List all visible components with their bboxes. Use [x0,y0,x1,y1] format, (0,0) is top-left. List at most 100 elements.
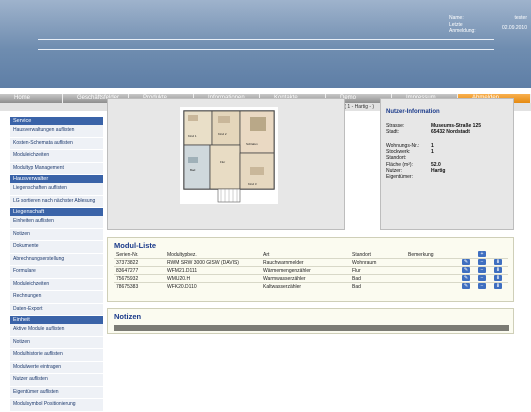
col-header-standort: Standort [352,251,371,258]
table-row: 78675383 WFK20.D110 Kaltwasserzähler Bad… [114,282,508,290]
module-table: Serien-Nr. Modultypbez. Art Standort Bem… [114,251,508,290]
table-row: 83647277 WFM21.D111 Wärmemengenzähler Fl… [114,266,508,275]
notes-content-bar[interactable] [114,325,509,331]
cell-bemerkung [406,282,460,290]
sidebar-item-hausverwaltungen[interactable]: Hausverwaltungen auflisten [10,125,103,138]
plus-icon[interactable]: + [478,251,486,258]
field-label: Standort: [386,155,407,161]
sidebar-item-daten-export[interactable]: Daten-Export [10,303,103,316]
sidebar-section-service: Service [10,117,103,125]
sidebar-item-modulwerte[interactable]: Modulwerte eintragen [10,361,103,374]
field-value-nutzer: Hartig [431,168,446,174]
cell-type: WFM21.D111 [165,266,261,275]
minus-icon[interactable]: − [478,275,486,282]
sidebar-item-moduleichzeiten[interactable]: Moduleichzeiten [10,150,103,163]
nutzer-info-panel: Nutzer-Information Strasse: Museums-Stra… [380,98,514,230]
room-label-kind-1: Kind 1 [188,134,197,138]
last-login-label: Letzte Anmeldung: [449,22,476,34]
header-banner: Name: tester Letzte Anmeldung: 02.09.2010 [0,0,531,88]
cell-type: WMU20.H [165,274,261,283]
user-name-value: tester [514,15,527,21]
sidebar-item-notizen[interactable]: Notizen [10,228,103,241]
minus-icon[interactable]: − [478,259,486,266]
sidebar-section-liegenschaft: Liegenschaft [10,208,103,216]
room-label-bad: Bad [190,168,196,172]
minus-icon[interactable]: − [478,283,486,290]
module-list-panel: Modul-Liste Serien-Nr. Modultypbez. Art … [107,237,514,302]
edit-icon[interactable]: ✎ [462,283,470,290]
nutzer-info-title: Nutzer-Information [386,109,440,115]
sidebar-item-liegenschaften[interactable]: Liegenschaften auflisten [10,183,103,196]
header-divider [38,39,494,40]
edit-icon[interactable]: ✎ [462,259,470,266]
sidebar-item-rechnungen[interactable]: Rechnungen [10,291,103,304]
cell-bemerkung [406,258,460,267]
cell-serial: 83647277 [114,266,165,275]
cell-serial: 78675383 [114,282,165,290]
room-label-schlafen: Schlafen [246,142,258,146]
cell-standort: Bad [350,274,406,283]
cell-type: RWM SRW 3000 GISW (DAVIS) [165,258,261,267]
user-name-label: Name: [449,15,464,21]
sidebar-item-dokumente[interactable]: Dokumente [10,241,103,254]
col-header-serial: Serien-Nr. [116,251,139,258]
col-header-type: Modultypbez. [167,251,197,258]
sidebar-item-modulhistorie[interactable]: Modulhistorie auflisten [10,349,103,362]
sidebar-item-aktive-module[interactable]: Aktive Module auflisten [10,324,103,337]
header-divider [38,49,494,50]
sidebar-section-einheit: Einheit [10,316,103,324]
edit-icon[interactable]: ✎ [462,267,470,274]
table-header-row: Serien-Nr. Modultypbez. Art Standort Bem… [114,251,508,259]
minus-icon[interactable]: − [478,267,486,274]
table-row: 75675932 WMU20.H Warmwasserzähler Bad ✎ … [114,274,508,283]
cell-serial: 37373822 [114,258,165,267]
cell-art: Warmwasserzähler [261,274,350,283]
field-value-stockwerk: 1 [431,149,434,155]
room-label-kind-3: Kind 3 [248,182,257,186]
cell-bemerkung [406,266,460,275]
floorplan-image[interactable]: Kind 1 Kind 2 Schlafen Flur Bad Kind 3 [180,107,278,204]
sidebar-item-notizen-einheit[interactable]: Notizen [10,336,103,349]
field-label: Eigentümer: [386,174,413,180]
sidebar-item-abrechnungserstellung[interactable]: Abrechnungserstellung [10,253,103,266]
last-login-value: 02.09.2010 [501,25,527,31]
sidebar-item-kosten-schemata[interactable]: Kosten-Schemata auflisten [10,137,103,150]
col-header-bemerkung: Bemerkung [408,251,434,258]
sidebar: Service Hausverwaltungen auflisten Koste… [10,117,103,412]
sidebar-item-eigentuemer[interactable]: Eigentümer auflisten [10,386,103,399]
cell-serial: 75675932 [114,274,165,283]
cell-art: Wärmemengenzähler [261,266,350,275]
notes-title: Notizen [114,312,142,321]
download-icon[interactable]: ⬇ [494,275,502,282]
nav-home[interactable]: Home [0,94,63,103]
cell-art: Kaltwasserzähler [261,282,350,290]
edit-icon[interactable]: ✎ [462,275,470,282]
sidebar-item-nutzer[interactable]: Nutzer auflisten [10,374,103,387]
table-row: 37373822 RWM SRW 3000 GISW (DAVIS) Rauch… [114,258,508,267]
cell-art: Rauchwarnmelder [261,258,350,267]
col-header-art: Art [263,251,270,258]
cell-standort: Flur [350,266,406,275]
sidebar-item-modulsymbol[interactable]: Modulsymbol Positionierung [10,399,103,412]
floorplan-panel: Kind 1 Kind 2 Schlafen Flur Bad Kind 3 [107,98,345,230]
sidebar-item-moduleichzeiten-2[interactable]: Moduleichzeiten [10,278,103,291]
cell-bemerkung [406,274,460,283]
sidebar-item-formulare[interactable]: Formulare [10,266,103,279]
cell-type: WFK20.D110 [165,282,261,290]
sidebar-section-hausverwalter: Hausverwalter [10,175,103,183]
cell-standort: Wohnraum [350,258,406,267]
sidebar-item-einheiten[interactable]: Einheiten auflisten [10,216,103,229]
download-icon[interactable]: ⬇ [494,259,502,266]
notes-panel: Notizen [107,308,514,334]
module-list-title: Modul-Liste [114,241,157,250]
field-value-stadt: 65432 Nordstadt [431,129,470,135]
room-label-kind-2: Kind 2 [218,132,227,136]
cell-standort: Bad [350,282,406,290]
sidebar-item-lg-sortieren[interactable]: LG sortieren nach nächster Ablesung [10,195,103,208]
download-icon[interactable]: ⬇ [494,267,502,274]
field-label: Stadt: [386,129,400,135]
user-info-box: Name: tester Letzte Anmeldung: 02.09.2010 [449,15,527,41]
room-label-flur: Flur [220,160,225,164]
download-icon[interactable]: ⬇ [494,283,502,290]
sidebar-item-modultyp-management[interactable]: Modultyp Management [10,162,103,175]
